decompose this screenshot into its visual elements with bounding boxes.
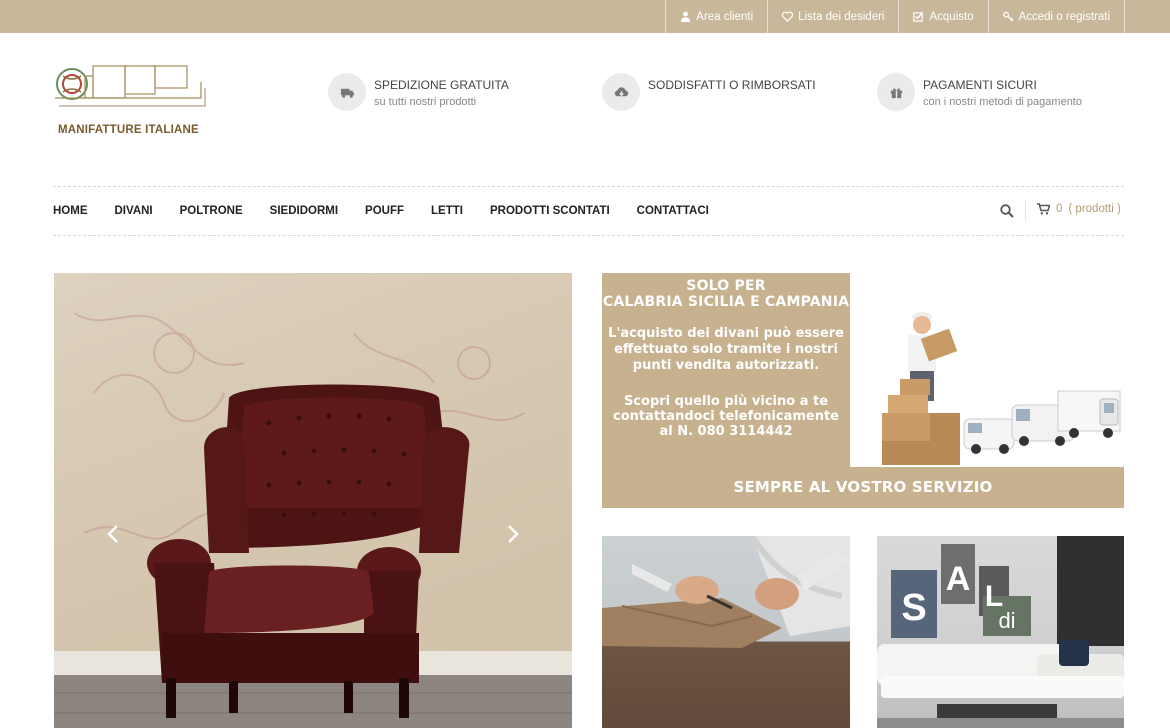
- account-links: Area clienti Lista dei desideri Acquisto…: [665, 0, 1125, 33]
- area-clienti-link[interactable]: Area clienti: [665, 0, 767, 33]
- feature-subtitle: con i nostri metodi di pagamento: [923, 96, 1082, 108]
- login-label: Accedi o registrati: [1018, 10, 1110, 23]
- nav-menu: HOME DIVANI POLTRONE SIEDIDORMI POUFF LE…: [53, 187, 736, 235]
- nav-item-prodotti-scontati[interactable]: PRODOTTI SCONTATI: [490, 205, 610, 217]
- user-icon: [681, 11, 691, 22]
- wishlist-label: Lista dei desideri: [798, 10, 885, 23]
- feature-title: SPEDIZIONE GRATUITA: [374, 78, 509, 92]
- nav-item-home[interactable]: HOME: [53, 205, 88, 217]
- hero-slider[interactable]: [54, 273, 572, 728]
- checkout-label: Acquisto: [929, 10, 974, 23]
- checkbox-icon: [913, 12, 924, 22]
- key-icon: [1002, 11, 1013, 22]
- chevron-right-icon: [508, 525, 519, 543]
- cart-count: 0: [1056, 203, 1063, 215]
- feature-title: PAGAMENTI SICURI: [923, 78, 1037, 92]
- slider-next-button[interactable]: [500, 521, 526, 547]
- promo-contact: Scopri quello più vicino a te contattand…: [613, 394, 839, 439]
- site-logo[interactable]: MANIFATTURE ITALIANE: [53, 62, 208, 140]
- promo-heading: SOLO PER CALABRIA SICILIA E CAMPANIA: [602, 273, 850, 310]
- nav-item-siedidormi[interactable]: SIEDIDORMI: [270, 205, 338, 217]
- promo-banner[interactable]: SOLO PER CALABRIA SICILIA E CAMPANIA L'a…: [602, 273, 1124, 508]
- feature-money-back: SODDISFATTI O RIMBORSATI: [602, 73, 816, 111]
- heart-icon: [782, 11, 794, 22]
- login-link[interactable]: Accedi o registrati: [987, 0, 1125, 33]
- nav-item-poltrone[interactable]: POLTRONE: [180, 205, 243, 217]
- saldi-letter-s: S: [901, 587, 926, 629]
- feature-subtitle: su tutti nostri prodotti: [374, 96, 477, 108]
- feature-free-shipping: SPEDIZIONE GRATUITA su tutti nostri prod…: [328, 73, 509, 111]
- cart-button[interactable]: 0 ( prodotti ): [1037, 203, 1121, 215]
- nav-item-divani[interactable]: DIVANI: [115, 205, 153, 217]
- cloud-download-icon: [614, 86, 628, 96]
- feature-secure-payments: PAGAMENTI SICURI con i nostri metodi di …: [877, 73, 1082, 111]
- search-icon[interactable]: [999, 203, 1015, 219]
- saldi-image[interactable]: S A L di: [877, 536, 1124, 728]
- delivery-illustration: [882, 312, 1121, 465]
- cart-icon: [1037, 203, 1050, 215]
- promo-line1: SOLO PER: [686, 278, 766, 294]
- chevron-left-icon: [107, 525, 118, 543]
- promo-footer: SEMPRE AL VOSTRO SERVIZIO: [602, 467, 1124, 508]
- main-nav: HOME DIVANI POLTRONE SIEDIDORMI POUFF LE…: [53, 186, 1124, 236]
- gift-icon: [890, 87, 902, 98]
- saldi-letters-di: di: [998, 608, 1015, 633]
- armchair-image: [54, 312, 572, 728]
- craft-illustration: [602, 536, 850, 648]
- nav-item-pouff[interactable]: POUFF: [365, 205, 404, 217]
- logo-text: MANIFATTURE ITALIANE: [58, 124, 199, 136]
- truck-icon: [340, 88, 354, 98]
- nav-item-letti[interactable]: LETTI: [431, 205, 463, 217]
- nav-divider: [1025, 201, 1026, 221]
- promo-line2: CALABRIA SICILIA E CAMPANIA: [602, 294, 850, 310]
- logo-mark: [55, 65, 206, 107]
- promo-text-panel: SOLO PER CALABRIA SICILIA E CAMPANIA L'a…: [602, 273, 850, 467]
- area-clienti-label: Area clienti: [696, 10, 754, 23]
- wishlist-link[interactable]: Lista dei desideri: [767, 0, 898, 33]
- saldi-letter-a: A: [946, 560, 971, 598]
- top-bar: Area clienti Lista dei desideri Acquisto…: [0, 0, 1170, 33]
- saldi-illustration: S A L di: [877, 536, 1124, 728]
- craftsmanship-image[interactable]: [602, 536, 850, 728]
- feature-title: SODDISFATTI O RIMBORSATI: [648, 78, 816, 92]
- nav-item-contattaci[interactable]: CONTATTACI: [637, 205, 709, 217]
- checkout-link[interactable]: Acquisto: [898, 0, 987, 33]
- cart-label: ( prodotti ): [1068, 203, 1121, 215]
- slider-prev-button[interactable]: [100, 521, 126, 547]
- promo-body: L'acquisto dei divani può essere effettu…: [608, 326, 844, 373]
